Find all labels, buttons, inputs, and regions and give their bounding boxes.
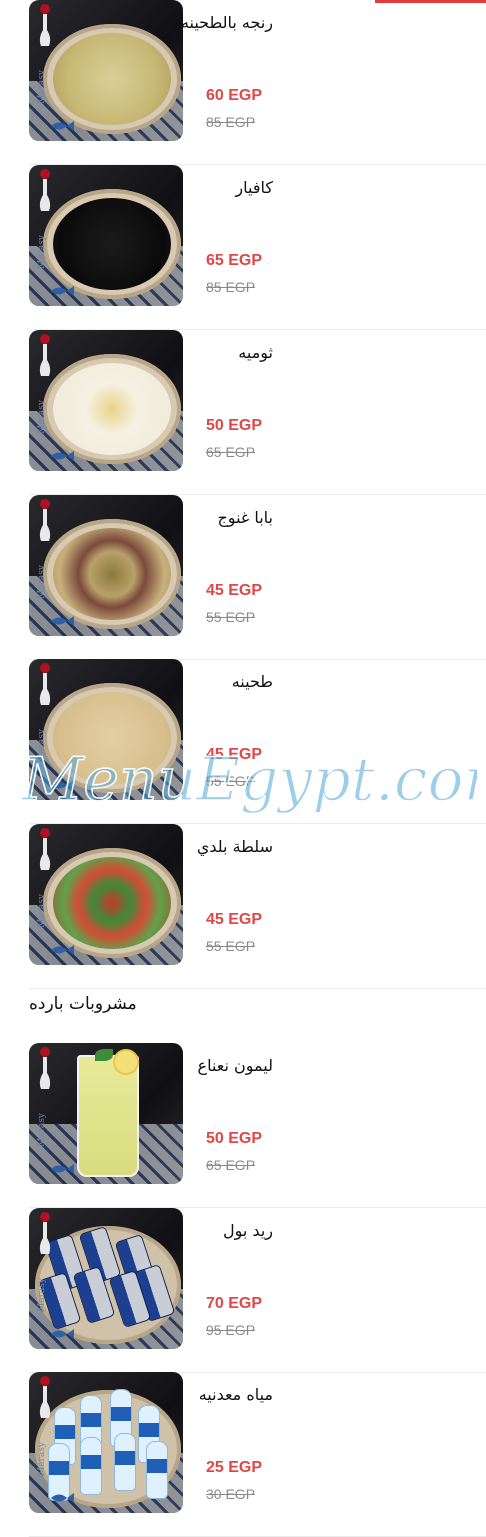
food-image: [53, 363, 171, 455]
item-old-price: 55 EGP: [206, 773, 256, 789]
menu-item[interactable]: Marasy ريد بول 70 EGP 95 EGP: [29, 1208, 486, 1373]
item-image[interactable]: Marasy: [29, 659, 183, 800]
item-old-price: 55 EGP: [206, 938, 256, 954]
food-image: [53, 692, 171, 784]
vase-icon: [39, 499, 51, 541]
fish-icon: [51, 616, 74, 626]
menu-item[interactable]: Marasy مياه معدنيه 25 EGP 30 EGP: [29, 1372, 486, 1537]
fish-icon: [51, 780, 74, 790]
section-title-cold-drinks: مشروبات بارده: [29, 994, 137, 1014]
menu-item[interactable]: Marasy ليمون نعناع 50 EGP 65 EGP: [29, 1043, 486, 1208]
fish-icon: [51, 1329, 74, 1339]
vase-icon: [39, 828, 51, 870]
fish-icon: [51, 945, 74, 955]
fish-icon: [51, 1164, 74, 1174]
item-image[interactable]: Marasy: [29, 495, 183, 636]
fish-icon: [51, 286, 74, 296]
plate: [43, 519, 181, 629]
brand-logo: Marasy: [37, 894, 47, 928]
vase-icon: [39, 334, 51, 376]
plate: [43, 354, 181, 464]
item-price: 50 EGP: [206, 1130, 263, 1147]
item-name: مياه معدنيه: [198, 1385, 273, 1404]
item-old-price: 85 EGP: [206, 279, 256, 295]
bottle-icon: [115, 1434, 135, 1490]
vase-icon: [39, 1376, 51, 1418]
item-price: 70 EGP: [206, 1295, 263, 1312]
bottle-icon: [147, 1442, 167, 1498]
menu-item[interactable]: Marasy رنجه بالطحينه 60 EGP 85 EGP: [29, 0, 486, 165]
food-image: [53, 528, 171, 620]
item-price: 65 EGP: [206, 252, 263, 269]
item-name: ليمون نعناع: [197, 1056, 273, 1075]
item-old-price: 95 EGP: [206, 1322, 256, 1338]
item-price: 45 EGP: [206, 582, 263, 599]
bottle-icon: [81, 1438, 101, 1494]
divider: [29, 988, 486, 989]
menu-item[interactable]: Marasy بابا غنوج 45 EGP 55 EGP: [29, 495, 486, 660]
item-name: ثوميه: [238, 343, 273, 362]
brand-logo: Marasy: [37, 1442, 47, 1476]
item-old-price: 85 EGP: [206, 114, 256, 130]
item-name: بابا غنوج: [217, 508, 273, 527]
vase-icon: [39, 1047, 51, 1089]
brand-logo: Marasy: [37, 1278, 47, 1312]
plate: [43, 848, 181, 958]
item-price: 25 EGP: [206, 1459, 263, 1476]
food-image: [53, 33, 171, 125]
item-image[interactable]: Marasy: [29, 165, 183, 306]
item-image[interactable]: Marasy: [29, 330, 183, 471]
item-old-price: 55 EGP: [206, 609, 256, 625]
item-price: 60 EGP: [206, 87, 263, 104]
plate: [43, 24, 181, 134]
brand-logo: Marasy: [37, 400, 47, 434]
item-old-price: 65 EGP: [206, 444, 256, 460]
brand-logo: Marasy: [37, 1113, 47, 1147]
brand-logo: Marasy: [37, 565, 47, 599]
item-price: 50 EGP: [206, 417, 263, 434]
food-image: [53, 857, 171, 949]
menu-item[interactable]: Marasy ثوميه 50 EGP 65 EGP: [29, 330, 486, 495]
vase-icon: [39, 1212, 51, 1254]
item-price: 45 EGP: [206, 911, 263, 928]
vase-icon: [39, 169, 51, 211]
item-name: سلطة بلدي: [196, 837, 273, 856]
brand-logo: Marasy: [37, 70, 47, 104]
item-price: 45 EGP: [206, 746, 263, 763]
menu-item[interactable]: Marasy طحينه 45 EGP 55 EGP: [29, 659, 486, 824]
brand-logo: Marasy: [37, 729, 47, 763]
item-name: طحينه: [231, 672, 273, 691]
item-name: رنجه بالطحينه: [180, 13, 273, 32]
fish-icon: [51, 121, 74, 131]
vase-icon: [39, 4, 51, 46]
item-image[interactable]: Marasy: [29, 1208, 183, 1349]
item-image[interactable]: Marasy: [29, 1372, 183, 1513]
item-old-price: 65 EGP: [206, 1157, 256, 1173]
brand-logo: Marasy: [37, 235, 47, 269]
item-name: ريد بول: [222, 1221, 273, 1240]
item-old-price: 30 EGP: [206, 1486, 256, 1502]
lemon-slice-icon: [113, 1049, 139, 1075]
menu-item[interactable]: Marasy سلطة بلدي 45 EGP 55 EGP: [29, 824, 486, 989]
food-image: [53, 198, 171, 290]
item-name: كافيار: [235, 178, 273, 197]
fish-icon: [51, 1493, 74, 1503]
item-image[interactable]: Marasy: [29, 1043, 183, 1184]
mint-leaf-icon: [95, 1049, 113, 1061]
fish-icon: [51, 451, 74, 461]
item-image[interactable]: Marasy: [29, 824, 183, 965]
menu-item[interactable]: Marasy كافيار 65 EGP 85 EGP: [29, 165, 486, 330]
plate: [43, 683, 181, 793]
vase-icon: [39, 663, 51, 705]
plate: [43, 189, 181, 299]
item-image[interactable]: Marasy: [29, 0, 183, 141]
